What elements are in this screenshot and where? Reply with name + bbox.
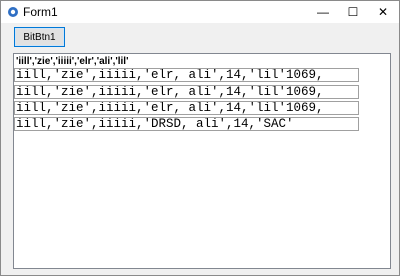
- maximize-button[interactable]: ☐: [337, 1, 369, 23]
- title-bar[interactable]: Form1 — ☐ ✕: [1, 1, 399, 23]
- list-item[interactable]: iill,'zie',iiiii,'elr, ali',14,'lil'1069…: [14, 68, 359, 82]
- maximize-icon: ☐: [347, 5, 359, 19]
- minimize-icon: —: [317, 5, 329, 19]
- list-item[interactable]: iill,'zie',iiiii,'DRSD, ali',14,'SAC': [14, 117, 359, 131]
- window-title: Form1: [23, 5, 58, 19]
- minimize-button[interactable]: —: [307, 1, 339, 23]
- bitbtn1-label: BitBtn1: [23, 31, 56, 43]
- close-icon: ✕: [377, 5, 389, 19]
- main-window: Form1 — ☐ ✕ BitBtn1 'iill','zie','iiiii'…: [0, 0, 400, 276]
- list-item[interactable]: iill,'zie',iiiii,'elr, ali',14,'lil'1069…: [14, 85, 359, 99]
- list-box[interactable]: 'iill','zie','iiiii','elr','ali','lil' i…: [13, 53, 391, 269]
- list-item[interactable]: iill,'zie',iiiii,'elr, ali',14,'lil'1069…: [14, 101, 359, 115]
- bitbtn1-button[interactable]: BitBtn1: [14, 27, 65, 47]
- list-header: 'iill','zie','iiiii','elr','ali','lil': [16, 56, 129, 67]
- app-icon: [8, 7, 18, 17]
- close-button[interactable]: ✕: [367, 1, 399, 23]
